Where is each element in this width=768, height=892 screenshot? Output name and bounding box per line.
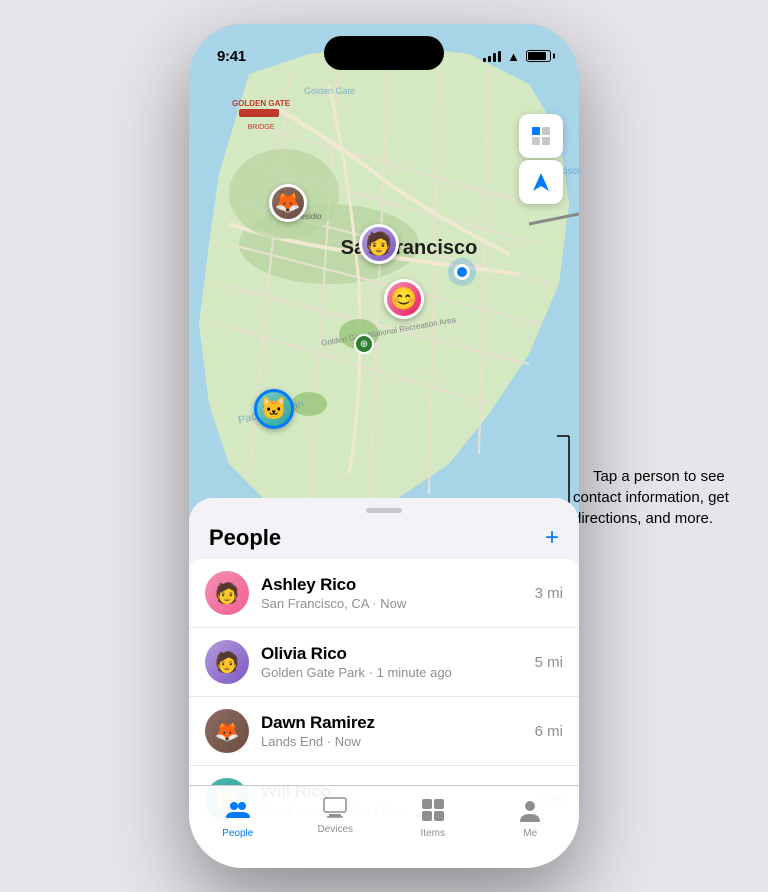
dawn-distance: 6 mi [535,723,563,740]
me-tab-icon [516,796,544,824]
tab-devices-label: Devices [317,824,353,835]
olivia-name: Olivia Rico [261,644,535,664]
olivia-detail: Golden Gate Park · 1 minute ago [261,665,535,680]
ashley-name: Ashley Rico [261,575,535,595]
bar2 [488,56,491,62]
people-title: People [209,525,281,551]
olivia-info: Olivia Rico Golden Gate Park · 1 minute … [261,644,535,680]
callout: Tap a person to see contact information,… [573,466,758,529]
olivia-distance: 5 mi [535,654,563,671]
svg-text:Golden Gate: Golden Gate [304,86,355,96]
tab-bar: People Devices [189,785,579,868]
add-person-button[interactable]: + [545,526,559,550]
people-tab-icon [224,796,252,824]
dynamic-island [324,36,444,70]
dawn-info: Dawn Ramirez Lands End · Now [261,713,535,749]
person-row-dawn[interactable]: 🦊 Dawn Ramirez Lands End · Now 6 mi [189,697,579,766]
svg-text:BRIDGE: BRIDGE [248,124,275,131]
olivia-map-pin[interactable]: 🧑 [359,224,399,264]
map-buttons [519,114,563,204]
person-row-olivia[interactable]: 🧑 Olivia Rico Golden Gate Park · 1 minut… [189,628,579,697]
ashley-avatar: 🧑 [205,571,249,615]
scene: 9:41 ▲ [0,0,768,892]
tab-items-label: Items [421,828,445,839]
will-map-pin[interactable]: 🐱 [254,389,294,429]
items-tab-icon [419,796,447,824]
bar3 [493,53,496,62]
status-time: 9:41 [217,48,246,65]
ashley-detail: San Francisco, CA · Now [261,596,535,611]
bar1 [483,58,486,62]
dawn-name: Dawn Ramirez [261,713,535,733]
bar4 [498,51,501,62]
tab-people[interactable]: People [189,796,287,839]
tab-me[interactable]: Me [482,796,580,839]
battery-icon [526,50,551,62]
sheet-header: People + [189,513,579,559]
ashley-info: Ashley Rico San Francisco, CA · Now [261,575,535,611]
dawn-detail: Lands End · Now [261,734,535,749]
map-area[interactable]: GOLDEN GATE BRIDGE San Francisco Pacific… [189,24,579,534]
tab-people-label: People [222,828,253,839]
ashley-map-pin[interactable]: 🦊 [269,184,307,222]
tab-devices[interactable]: Devices [287,796,385,835]
tab-me-label: Me [523,828,537,839]
phone-frame: 9:41 ▲ [189,24,579,868]
tab-items[interactable]: Items [384,796,482,839]
olivia-avatar: 🧑 [205,640,249,684]
map-view-button[interactable] [519,114,563,158]
ashley-distance: 3 mi [535,585,563,602]
phone-screen: 9:41 ▲ [189,24,579,868]
user-location-dot [454,264,470,280]
svg-text:GOLDEN GATE: GOLDEN GATE [232,99,291,108]
wifi-icon: ▲ [507,49,520,64]
map-svg: GOLDEN GATE BRIDGE San Francisco Pacific… [189,24,579,534]
location-marker: ⊕ [354,334,374,354]
signal-bars-icon [483,50,501,62]
location-button[interactable] [519,160,563,204]
status-icons: ▲ [483,49,551,64]
person-map-pin-1[interactable]: 😊 [384,279,424,319]
devices-tab-icon [321,796,349,820]
person-row-ashley[interactable]: 🧑 Ashley Rico San Francisco, CA · Now 3 … [189,559,579,628]
dawn-avatar: 🦊 [205,709,249,753]
callout-text: Tap a person to see contact information,… [573,468,729,527]
battery-fill [528,52,546,60]
